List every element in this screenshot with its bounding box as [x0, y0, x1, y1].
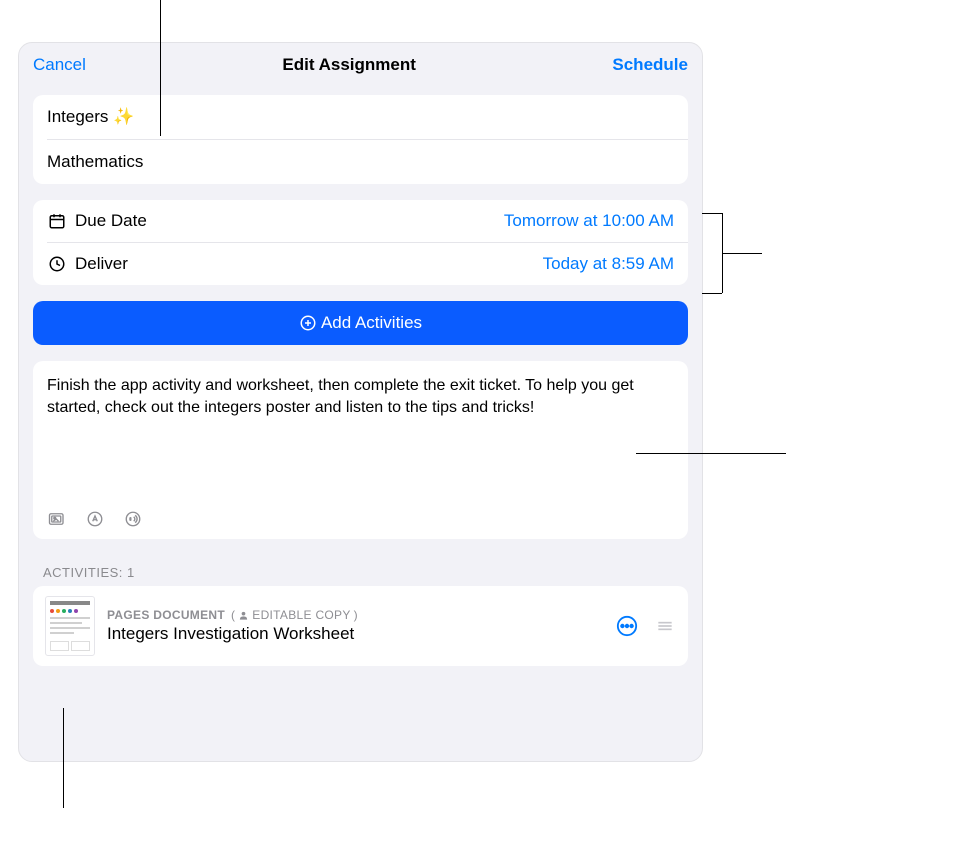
instructions-toolbar — [47, 509, 674, 529]
due-date-label: Due Date — [75, 211, 504, 231]
nav-bar: Cancel Edit Assignment Schedule — [19, 43, 702, 87]
drawing-icon[interactable] — [85, 509, 105, 529]
schedule-card: Due Date Tomorrow at 10:00 AM Deliver To… — [33, 200, 688, 285]
schedule-button[interactable]: Schedule — [612, 55, 688, 75]
add-activities-label: Add Activities — [321, 313, 422, 333]
assignment-title-field[interactable]: Integers ✨ — [33, 95, 688, 139]
deliver-value[interactable]: Today at 8:59 AM — [543, 254, 674, 274]
add-activities-button[interactable]: Add Activities — [33, 301, 688, 345]
callout-line — [702, 293, 722, 294]
activity-info: PAGES DOCUMENT ( EDITABLE COPY ) Integer… — [107, 608, 604, 644]
activity-thumbnail — [45, 596, 95, 656]
callout-line — [63, 708, 64, 808]
activity-item[interactable]: PAGES DOCUMENT ( EDITABLE COPY ) Integer… — [33, 586, 688, 666]
due-date-value[interactable]: Tomorrow at 10:00 AM — [504, 211, 674, 231]
activities-section-header: Activities: 1 — [43, 565, 678, 580]
edit-assignment-panel: Cancel Edit Assignment Schedule Integers… — [18, 42, 703, 762]
more-icon[interactable] — [616, 615, 638, 637]
plus-circle-icon — [299, 314, 317, 332]
callout-line — [160, 0, 161, 136]
deliver-row[interactable]: Deliver Today at 8:59 AM — [33, 243, 688, 285]
activity-actions — [616, 615, 676, 637]
activity-doc-type: PAGES DOCUMENT — [107, 608, 225, 622]
activity-title: Integers Investigation Worksheet — [107, 624, 604, 644]
person-icon — [238, 610, 249, 621]
activity-copy-type: EDITABLE COPY — [252, 608, 350, 622]
subject-field[interactable]: Mathematics — [33, 140, 688, 184]
clock-icon — [47, 254, 67, 274]
instructions-card: Finish the app activity and worksheet, t… — [33, 361, 688, 539]
cancel-button[interactable]: Cancel — [33, 55, 86, 75]
callout-line — [722, 253, 762, 254]
due-date-row[interactable]: Due Date Tomorrow at 10:00 AM — [33, 200, 688, 242]
nav-title: Edit Assignment — [282, 55, 416, 75]
calendar-icon — [47, 211, 67, 231]
deliver-label: Deliver — [75, 254, 543, 274]
image-icon[interactable] — [47, 509, 67, 529]
drag-handle-icon[interactable] — [654, 615, 676, 637]
title-card: Integers ✨ Mathematics — [33, 95, 688, 184]
instructions-field[interactable]: Finish the app activity and worksheet, t… — [47, 375, 674, 418]
audio-icon[interactable] — [123, 509, 143, 529]
callout-line — [702, 213, 722, 214]
callout-line — [636, 453, 786, 454]
